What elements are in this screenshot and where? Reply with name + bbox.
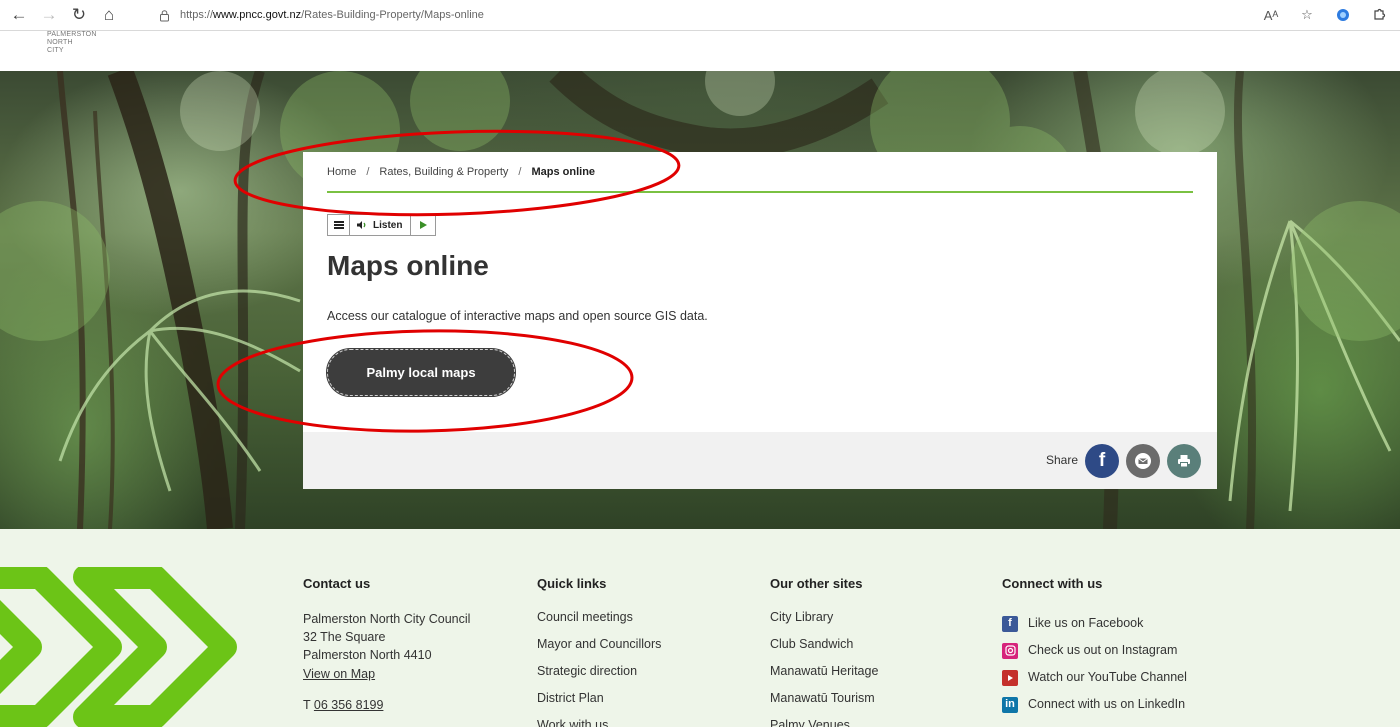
linkedin-icon: in <box>1002 696 1018 713</box>
address-line: Palmerston North City Council <box>303 612 471 626</box>
listen-label: Listen <box>373 219 403 231</box>
breadcrumb-divider <box>327 191 1193 193</box>
instagram-link[interactable]: Check us out on Instagram <box>1002 637 1187 664</box>
address-bar[interactable]: https://www.pncc.govt.nz/Rates-Building-… <box>158 4 484 26</box>
footer-other-sites-heading: Our other sites <box>770 576 863 591</box>
breadcrumb-section-link[interactable]: Rates, Building & Property <box>379 166 508 178</box>
social-link-label: Check us out on Instagram <box>1028 643 1178 657</box>
footer-contact-column: Contact us Palmerston North City Council… <box>303 576 470 714</box>
breadcrumb-separator: / <box>366 166 370 178</box>
home-icon[interactable]: ⌂ <box>98 4 120 26</box>
listen-play-button[interactable] <box>411 215 435 235</box>
site-footer: Contact us Palmerston North City Council… <box>0 529 1400 727</box>
favorite-star-icon[interactable]: ☆ <box>1296 4 1318 26</box>
envelope-icon <box>1135 453 1151 469</box>
breadcrumb-separator: / <box>518 166 522 178</box>
refresh-icon[interactable]: ↻ <box>68 4 90 26</box>
content-card: Home / Rates, Building & Property / Maps… <box>303 152 1217 489</box>
back-icon[interactable]: ← <box>8 4 30 26</box>
breadcrumb-current: Maps online <box>531 166 596 178</box>
footer-link[interactable]: District Plan <box>537 691 661 718</box>
hamburger-icon <box>333 224 344 226</box>
footer-quick-links-column: Quick links Council meetings Mayor and C… <box>537 576 661 727</box>
footer-link[interactable]: Palmy Venues <box>770 718 878 727</box>
pncc-chevron-logo <box>0 567 237 727</box>
phone-link[interactable]: 06 356 8199 <box>314 698 384 712</box>
puzzle-icon[interactable] <box>1368 4 1390 26</box>
footer-connect-column: Connect with us f Like us on Facebook Ch… <box>1002 576 1187 718</box>
breadcrumb: Home / Rates, Building & Property / Maps… <box>327 166 595 178</box>
social-link-label: Like us on Facebook <box>1028 616 1144 630</box>
social-link-label: Connect with us on LinkedIn <box>1028 697 1186 711</box>
footer-link[interactable]: Club Sandwich <box>770 637 878 664</box>
play-icon <box>419 221 427 229</box>
page-lead-text: Access our catalogue of interactive maps… <box>327 309 708 323</box>
browser-toolbar: ← → ↻ ⌂ https://www.pncc.govt.nz/Rates-B… <box>0 0 1400 31</box>
read-aloud-icon[interactable]: Aᴬ <box>1260 4 1282 26</box>
share-facebook-button[interactable]: f <box>1085 444 1119 478</box>
share-email-button[interactable] <box>1126 444 1160 478</box>
youtube-link[interactable]: Watch our YouTube Channel <box>1002 664 1187 691</box>
share-print-button[interactable] <box>1167 444 1201 478</box>
footer-link[interactable]: City Library <box>770 610 878 637</box>
url-prefix: https:// <box>180 9 214 21</box>
site-logo[interactable]: PALMERSTON NORTH CITY <box>47 31 97 55</box>
breadcrumb-home-link[interactable]: Home <box>327 166 356 178</box>
linkedin-link[interactable]: in Connect with us on LinkedIn <box>1002 691 1187 718</box>
lock-icon <box>160 9 169 21</box>
url-host: www.pncc.govt.nz <box>213 9 302 21</box>
printer-icon <box>1178 455 1190 468</box>
logo-line: CITY <box>47 47 64 54</box>
instagram-icon <box>1002 642 1018 659</box>
address-line: 32 The Square <box>303 630 386 644</box>
share-label: Share <box>1046 453 1079 467</box>
address-line: Palmerston North 4410 <box>303 648 432 662</box>
social-link-label: Watch our YouTube Channel <box>1028 670 1187 684</box>
view-on-map-link[interactable]: View on Map <box>303 667 375 681</box>
listen-menu-button[interactable] <box>328 215 350 235</box>
browser-actions: Aᴬ ☆ <box>1260 4 1390 26</box>
listen-button[interactable]: Listen <box>350 215 412 235</box>
share-bar: Share f <box>303 432 1217 489</box>
facebook-icon: f <box>1002 615 1018 632</box>
footer-link[interactable]: Manawatū Tourism <box>770 691 878 718</box>
phone-prefix: T <box>303 698 311 712</box>
facebook-link[interactable]: f Like us on Facebook <box>1002 610 1187 637</box>
footer-contact-heading: Contact us <box>303 576 371 591</box>
logo-line: PALMERSTON <box>47 31 97 38</box>
footer-link[interactable]: Manawatū Heritage <box>770 664 878 691</box>
speaker-icon <box>357 221 366 229</box>
footer-link[interactable]: Mayor and Councillors <box>537 637 661 664</box>
footer-other-sites-column: Our other sites City Library Club Sandwi… <box>770 576 878 727</box>
listen-widget: Listen <box>327 214 437 236</box>
logo-line: NORTH <box>47 39 73 46</box>
footer-link[interactable]: Strategic direction <box>537 664 661 691</box>
footer-link[interactable]: Work with us <box>537 718 661 727</box>
palmy-local-maps-button[interactable]: Palmy local maps <box>326 348 516 397</box>
footer-connect-heading: Connect with us <box>1002 576 1103 591</box>
forward-icon[interactable]: → <box>38 4 60 26</box>
footer-address: Palmerston North City Council 32 The Squ… <box>303 610 470 714</box>
url-path: /Rates-Building-Property/Maps-online <box>301 9 484 21</box>
extension-icon[interactable] <box>1332 4 1354 26</box>
footer-link[interactable]: Council meetings <box>537 610 661 637</box>
page-title: Maps online <box>327 250 489 281</box>
facebook-icon: f <box>1098 450 1106 471</box>
youtube-icon <box>1002 669 1018 686</box>
footer-quick-links-heading: Quick links <box>537 576 607 591</box>
